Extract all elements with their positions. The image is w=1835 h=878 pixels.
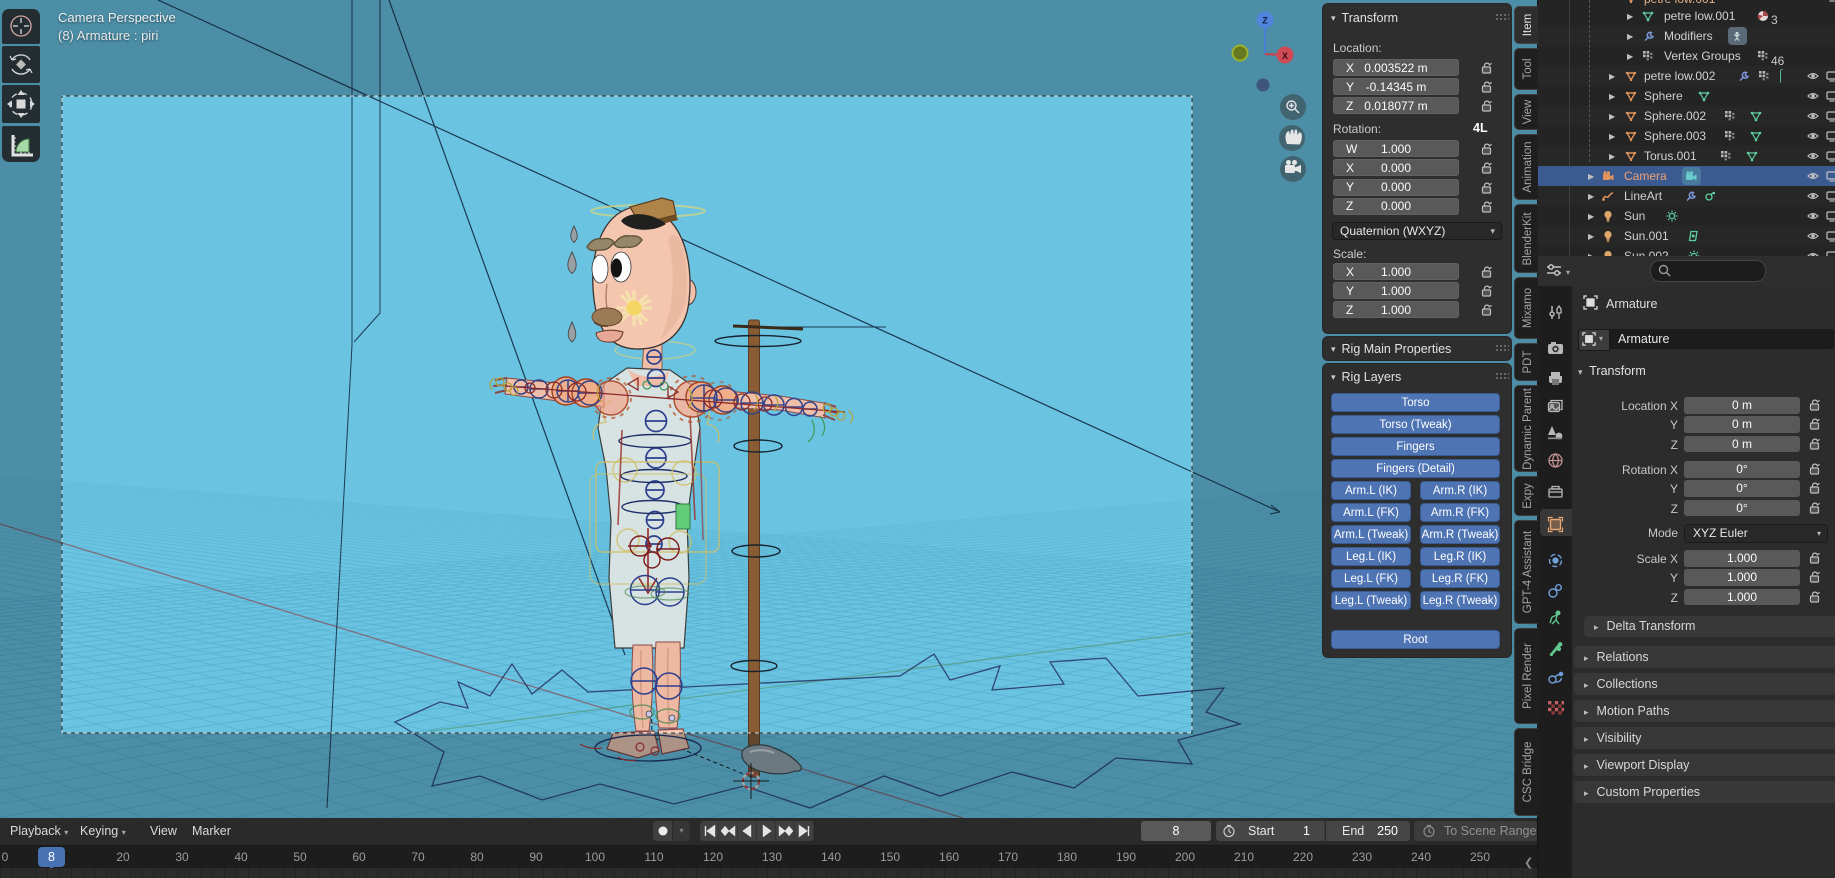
svg-text:▾: ▾	[1566, 268, 1570, 277]
svg-text:X: X	[1282, 51, 1288, 61]
svg-text:Z: Z	[1262, 16, 1268, 26]
